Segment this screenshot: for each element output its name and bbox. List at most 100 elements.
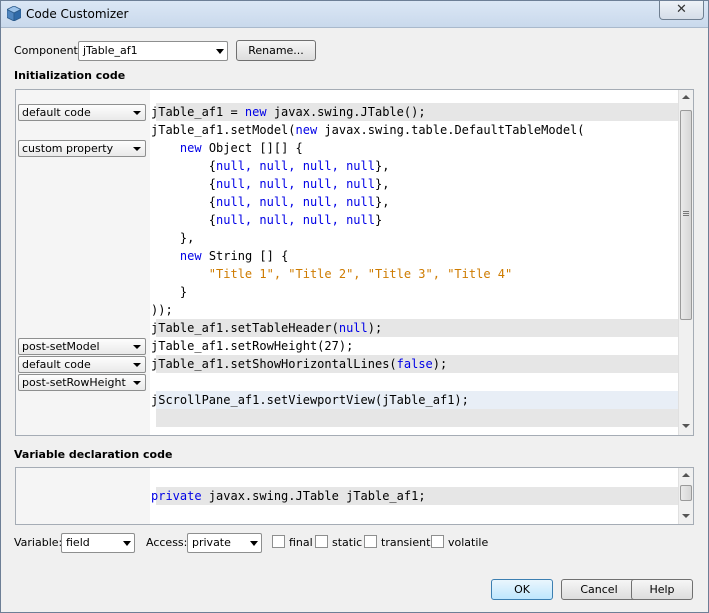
var-decl-panel[interactable]: private javax.swing.JTable jTable_af1; — [15, 467, 694, 525]
code-text: jTable_af1.setShowHorizontalLines( — [151, 357, 397, 371]
code-text: { — [208, 159, 217, 173]
code-text: ); — [432, 357, 448, 371]
close-button[interactable]: ✕ — [659, 1, 704, 20]
code-line[interactable]: jTable_af1.setModel(new javax.swing.tabl… — [151, 121, 585, 139]
code-line[interactable]: jTable_af1.setShowHorizontalLines(false)… — [151, 355, 447, 373]
code-keyword: null, null, null, null — [216, 177, 375, 191]
static-label: static — [332, 536, 363, 549]
code-keyword: null, null, null, null — [216, 213, 375, 227]
grip-icon — [683, 215, 689, 216]
code-section-select[interactable]: default code — [18, 104, 146, 121]
var-decl-line[interactable]: private javax.swing.JTable jTable_af1; — [151, 487, 426, 505]
code-keyword: new — [179, 141, 202, 155]
chevron-down-icon — [133, 345, 141, 349]
title-bar: Code Customizer ✕ — [1, 1, 708, 28]
scrollbar-thumb[interactable] — [680, 485, 692, 501]
netbeans-cube-icon — [7, 6, 21, 21]
code-keyword: new — [244, 105, 267, 119]
code-line[interactable]: {null, null, null, null}, — [151, 175, 390, 193]
chevron-down-icon — [133, 381, 141, 385]
var-decl-heading: Variable declaration code — [14, 448, 173, 461]
scrollbar-thumb[interactable] — [680, 110, 692, 320]
variable-select-value: field — [66, 536, 90, 549]
code-section-select[interactable]: post-setModel — [18, 338, 146, 355]
code-line[interactable]: {null, null, null, null} — [151, 211, 382, 229]
code-line[interactable]: }, — [151, 229, 194, 247]
static-checkbox[interactable] — [315, 535, 328, 548]
code-section-select-value: custom property — [22, 142, 114, 155]
transient-checkbox[interactable] — [364, 535, 377, 548]
code-keyword: new — [179, 249, 202, 263]
code-text: jScrollPane_af1.setViewportView(jTable_a… — [151, 393, 469, 407]
init-code-panel[interactable]: default code custom property post-setMod… — [15, 89, 694, 436]
code-section-select-value: default code — [22, 106, 91, 119]
code-line[interactable]: new Object [][] { — [151, 139, 303, 157]
scroll-down-icon[interactable] — [682, 514, 690, 518]
code-line[interactable]: {null, null, null, null}, — [151, 193, 390, 211]
volatile-checkbox[interactable] — [431, 535, 444, 548]
code-text: }, — [374, 177, 390, 191]
transient-label: transient — [381, 536, 431, 549]
code-line[interactable]: new String [] { — [151, 247, 288, 265]
code-text: }, — [374, 195, 390, 209]
chevron-down-icon — [216, 49, 224, 54]
code-customizer-dialog: Code Customizer ✕ Component: jTable_af1 … — [0, 0, 709, 613]
var-decl-scrollbar[interactable] — [678, 468, 693, 524]
dialog-content: Component: jTable_af1 Rename... Initiali… — [7, 29, 704, 608]
final-checkbox[interactable] — [272, 535, 285, 548]
code-section-select[interactable]: post-setRowHeight — [18, 374, 146, 391]
code-line[interactable]: "Title 1", "Title 2", "Title 3", "Title … — [151, 265, 512, 283]
grip-icon — [683, 213, 689, 214]
rename-button[interactable]: Rename... — [236, 40, 316, 61]
code-text: jTable_af1.setRowHeight(27); — [151, 339, 354, 353]
volatile-label: volatile — [448, 536, 489, 549]
code-section-select-value: post-setRowHeight — [22, 376, 126, 389]
code-text: { — [208, 213, 217, 227]
code-text: } — [179, 285, 188, 299]
code-section-select[interactable]: default code — [18, 356, 146, 373]
code-text: { — [208, 195, 217, 209]
component-select[interactable]: jTable_af1 — [78, 41, 228, 61]
private-keyword: private — [151, 489, 202, 503]
code-section-select[interactable]: custom property — [18, 140, 146, 157]
code-line[interactable]: jTable_af1.setTableHeader(null); — [151, 319, 382, 337]
access-label: Access: — [146, 536, 188, 549]
code-line[interactable]: jTable_af1 = new javax.swing.JTable(); — [151, 103, 426, 121]
variable-select[interactable]: field — [61, 533, 135, 553]
chevron-down-icon — [250, 541, 258, 546]
cancel-button[interactable]: Cancel — [561, 579, 637, 600]
scroll-down-icon[interactable] — [682, 424, 690, 428]
code-line[interactable]: } — [151, 283, 187, 301]
code-text: javax.swing.table.DefaultTableModel( — [317, 123, 585, 137]
chevron-down-icon — [133, 111, 141, 115]
default-code-band — [156, 409, 678, 427]
grip-icon — [683, 211, 689, 212]
scroll-up-icon[interactable] — [682, 95, 690, 99]
code-section-select-value: default code — [22, 358, 91, 371]
code-line[interactable]: {null, null, null, null}, — [151, 157, 390, 175]
scroll-up-icon[interactable] — [682, 473, 690, 477]
code-line[interactable]: jScrollPane_af1.setViewportView(jTable_a… — [151, 391, 469, 409]
help-button[interactable]: Help — [631, 579, 693, 600]
component-select-value: jTable_af1 — [83, 44, 138, 57]
code-text: )); — [151, 303, 173, 317]
final-label: final — [289, 536, 313, 549]
code-text: String [] { — [201, 249, 289, 263]
ok-button[interactable]: OK — [491, 579, 553, 600]
init-code-scrollbar[interactable] — [678, 90, 693, 435]
code-string: "Title 1", "Title 2", "Title 3", "Title … — [208, 267, 513, 281]
code-text: ); — [367, 321, 383, 335]
code-section-select-value: post-setModel — [22, 340, 100, 353]
code-line[interactable]: )); — [151, 301, 173, 319]
code-line[interactable]: jTable_af1.setRowHeight(27); — [151, 337, 353, 355]
code-keyword: new — [295, 123, 318, 137]
code-text: } — [374, 213, 383, 227]
access-select[interactable]: private — [187, 533, 262, 553]
code-keyword: null, null, null, null — [216, 195, 375, 209]
